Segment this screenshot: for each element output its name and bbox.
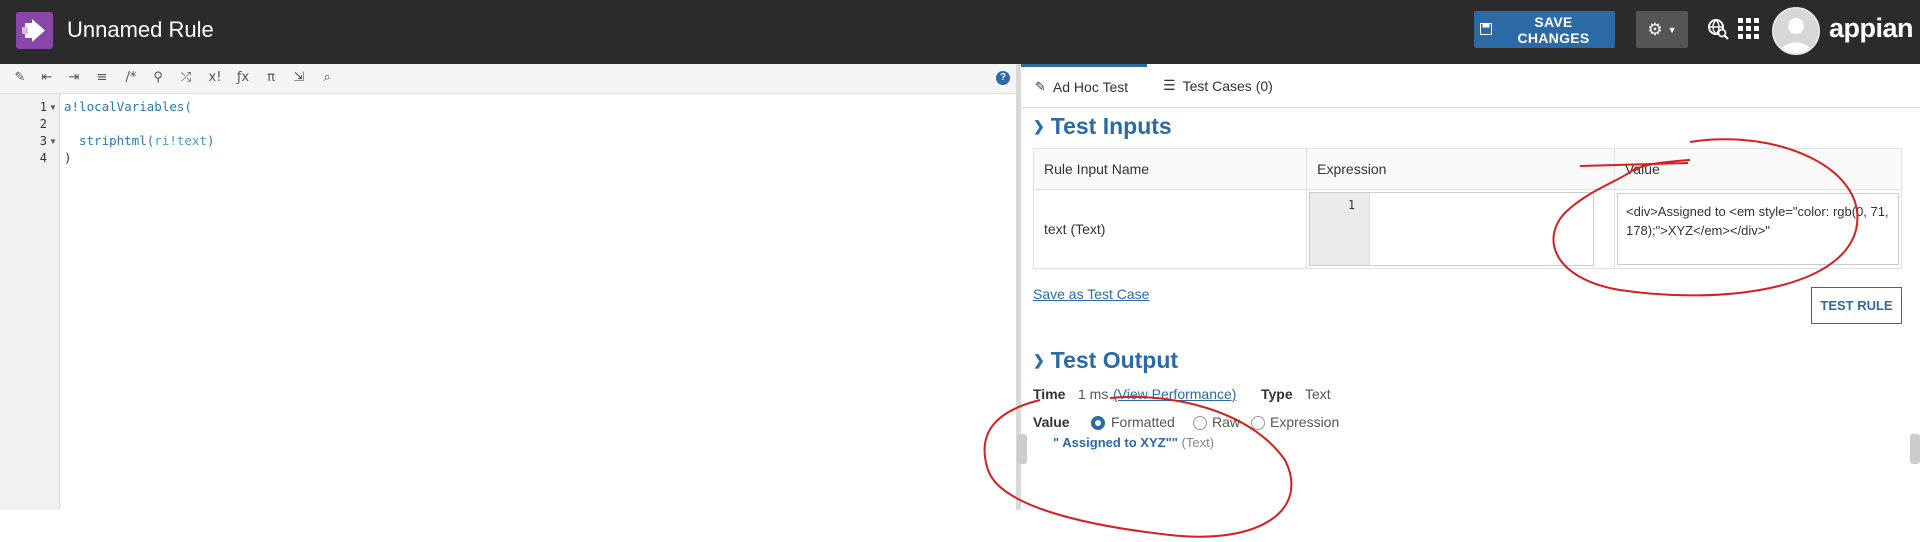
annotation-overlay [983, 138, 1859, 538]
annotation-circle-output [983, 395, 1293, 538]
annotation-circle-value [1552, 138, 1859, 297]
annotation-stroke [1579, 162, 1689, 167]
